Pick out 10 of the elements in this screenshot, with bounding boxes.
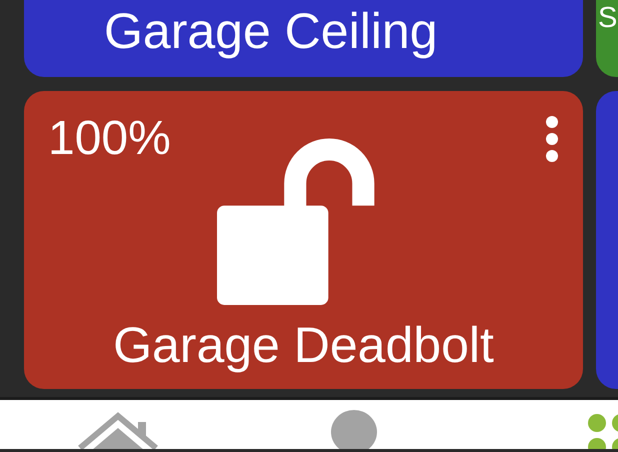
device-tile[interactable]: S xyxy=(596,0,618,77)
tile-name: Garage Deadbolt xyxy=(112,318,495,373)
tile-percentage: 100% xyxy=(48,115,171,163)
device-tile[interactable]: Garage Ceiling xyxy=(24,0,583,77)
home-icon xyxy=(76,410,160,449)
device-tile[interactable]: 100% Garage Deadbolt xyxy=(24,91,583,389)
tile-name: Garage Ceiling xyxy=(103,4,439,61)
tile-name: S xyxy=(598,3,618,35)
person-icon xyxy=(330,410,378,449)
more-icon[interactable] xyxy=(545,115,559,163)
